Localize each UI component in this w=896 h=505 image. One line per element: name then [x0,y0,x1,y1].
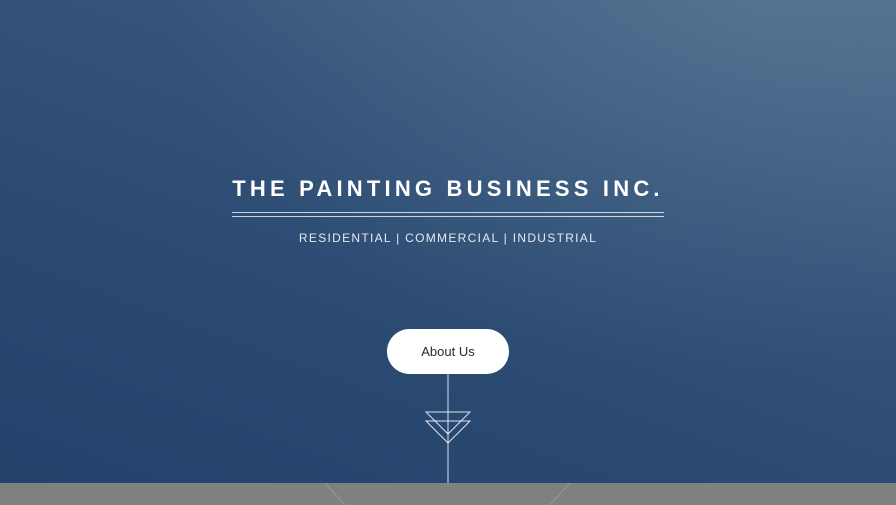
site-tagline: RESIDENTIAL | COMMERCIAL | INDUSTRIAL [298,231,598,245]
next-section-band [0,483,896,505]
footer-decoration [324,483,571,505]
site-title: THE PAINTING BUSINESS INC. [232,176,664,201]
about-us-button[interactable]: About Us [387,329,509,374]
down-arrow-triangles-icon[interactable] [420,374,476,483]
hero-section: THE PAINTING BUSINESS INC. RESIDENTIAL |… [0,0,896,483]
title-underline-bottom [232,216,664,217]
title-underline-top [232,212,664,213]
